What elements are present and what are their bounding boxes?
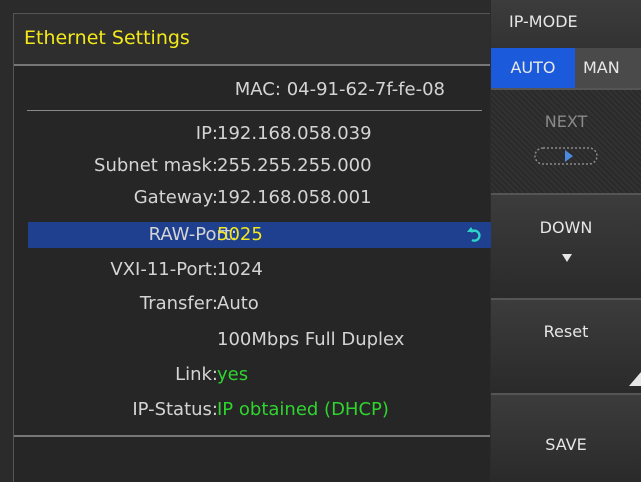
ip-status-label: IP-Status: [132,399,218,420]
transfer-value: Auto [217,293,259,314]
gateway-value: 192.168.058.001 [217,187,372,208]
mac-divider [27,110,482,111]
ip-label: IP: [195,123,218,144]
gateway-label: Gateway: [133,187,218,208]
vxi11-port-value: 1024 [217,259,263,280]
page-title: Ethernet Settings [24,27,190,49]
vxi11-port-row[interactable]: VXI-11-Port: 1024 [14,257,490,283]
ip-mode-softkey[interactable]: IP-MODE AUTO MAN [491,0,641,90]
reset-softkey[interactable]: Reset [491,300,641,395]
arrow-right-icon [534,147,598,165]
ip-status-row: IP-Status: IP obtained (DHCP) [14,397,490,423]
ip-mode-auto-option[interactable]: AUTO [491,48,575,88]
mac-label: MAC: [234,79,281,100]
corner-marker-icon [629,372,641,386]
mac-row: MAC: 04-91-62-7f-fe-08 [14,79,445,100]
down-label: DOWN [539,218,593,237]
ip-status-value: IP obtained (DHCP) [217,399,389,420]
transfer-mode-row: 100Mbps Full Duplex [14,327,490,353]
link-label: Link: [175,364,218,385]
ethernet-settings-panel: Ethernet Settings MAC: 04-91-62-7f-fe-08… [13,13,495,482]
title-bar: Ethernet Settings [14,14,490,66]
rotate-arrow-icon [467,227,481,242]
footer-divider [14,435,490,437]
ip-mode-title: IP-MODE [509,12,578,31]
down-softkey[interactable]: DOWN [491,195,641,300]
vxi11-port-label: VXI-11-Port: [110,259,218,280]
reset-label: Reset [543,322,589,341]
subnet-mask-label: Subnet mask: [94,155,218,176]
ip-row[interactable]: IP: 192.168.058.039 [14,121,490,147]
raw-port-row[interactable]: RAW-Port: 5025 [28,222,495,248]
link-row: Link: yes [14,362,490,388]
gateway-row[interactable]: Gateway: 192.168.058.001 [14,185,490,211]
next-softkey[interactable]: NEXT [491,90,641,195]
mac-value: 04-91-62-7f-fe-08 [286,79,445,100]
ip-value: 192.168.058.039 [217,123,372,144]
instrument-screen: Ethernet Settings MAC: 04-91-62-7f-fe-08… [0,0,641,482]
next-label: NEXT [544,112,588,131]
transfer-label: Transfer: [139,293,218,314]
save-label: SAVE [545,435,587,454]
raw-port-value: 5025 [217,224,263,245]
softkey-bar: IP-MODE AUTO MAN NEXT DOWN Reset SAVE [491,0,641,482]
link-value: yes [217,364,249,385]
subnet-mask-value: 255.255.255.000 [217,155,372,176]
triangle-down-icon [562,254,572,262]
transfer-mode-value: 100Mbps Full Duplex [217,329,405,350]
subnet-mask-row[interactable]: Subnet mask: 255.255.255.000 [14,153,490,179]
transfer-row[interactable]: Transfer: Auto [14,291,490,317]
save-softkey[interactable]: SAVE [491,395,641,482]
ip-mode-manual-option[interactable]: MAN [575,48,641,88]
